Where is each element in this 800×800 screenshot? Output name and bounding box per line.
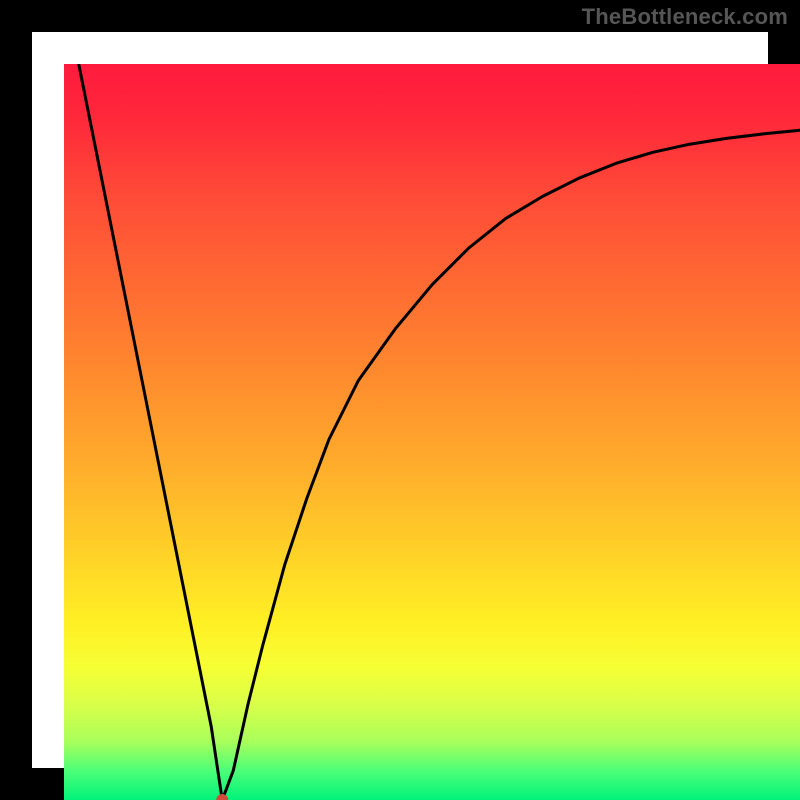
plot-area: [64, 64, 800, 800]
curve-path: [79, 64, 800, 800]
watermark-text: TheBottleneck.com: [582, 4, 788, 30]
chart-frame: [0, 0, 800, 800]
bottleneck-curve: [64, 64, 800, 800]
marker-dot: [216, 794, 228, 800]
